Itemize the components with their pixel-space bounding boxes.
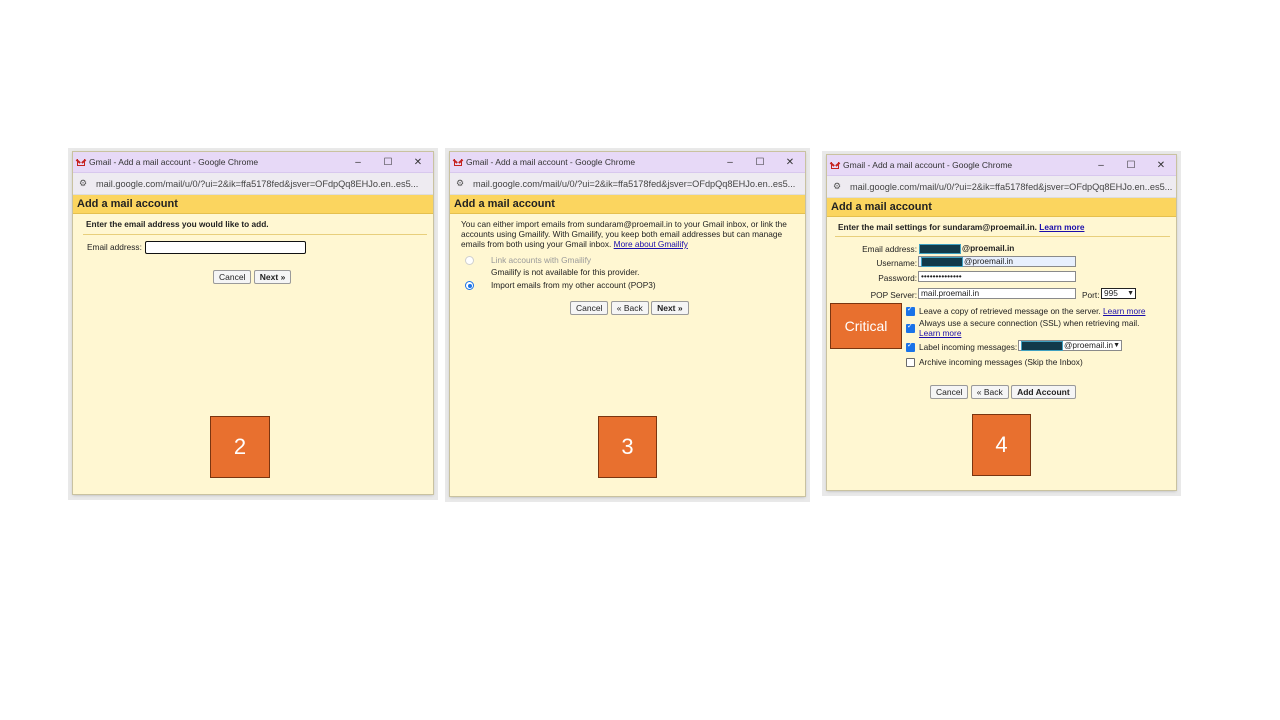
learn-more-link[interactable]: Learn more (1039, 222, 1084, 232)
screenshot-step-4: Gmail - Add a mail account - Google Chro… (822, 151, 1181, 496)
window-title: Gmail - Add a mail account - Google Chro… (466, 157, 636, 167)
next-button[interactable]: Next » (651, 301, 689, 315)
maximize-icon[interactable]: ☐ (1116, 160, 1146, 171)
ssl-option: Always use a secure connection (SSL) whe… (919, 318, 1140, 339)
instruction-divider (835, 236, 1170, 237)
ssl-checkbox[interactable] (906, 322, 915, 333)
dialog-content: You can either import emails from sundar… (450, 214, 805, 484)
chrome-window: Gmail - Add a mail account - Google Chro… (450, 152, 805, 496)
dialog-header: Add a mail account (827, 198, 1176, 217)
learn-more-link[interactable]: Learn more (919, 328, 1139, 339)
gmail-icon (77, 158, 85, 166)
dialog-header: Add a mail account (73, 195, 433, 214)
step-badge: 4 (972, 414, 1031, 476)
label-incoming-option: Label incoming messages: (919, 342, 1018, 352)
cancel-button[interactable]: Cancel (213, 270, 252, 284)
chevron-down-icon: ▼ (1127, 290, 1134, 297)
minimize-icon[interactable]: – (715, 157, 745, 168)
next-button[interactable]: Next » (253, 270, 292, 284)
add-account-button[interactable]: Add Account (1011, 385, 1076, 399)
more-about-gmailify-link[interactable]: More about Gmailify (614, 239, 688, 249)
redacted-block (921, 257, 963, 267)
redacted-block (1021, 341, 1063, 351)
url-text: mail.google.com/mail/u/0/?ui=2&ik=ffa517… (850, 181, 1173, 192)
window-title: Gmail - Add a mail account - Google Chro… (843, 160, 1013, 170)
site-settings-icon[interactable]: ⚙ (832, 181, 842, 192)
address-bar[interactable]: ⚙ mail.google.com/mail/u/0/?ui=2&ik=ffa5… (827, 176, 1176, 198)
critical-badge: Critical (830, 303, 902, 349)
archive-checkbox[interactable] (906, 358, 915, 367)
close-icon[interactable]: ✕ (403, 157, 433, 168)
url-text: mail.google.com/mail/u/0/?ui=2&ik=ffa517… (96, 178, 419, 189)
email-label: Email address: (862, 244, 917, 254)
window-title: Gmail - Add a mail account - Google Chro… (89, 157, 259, 167)
password-field[interactable]: •••••••••••••• (918, 271, 1076, 282)
email-label: Email address: (87, 242, 142, 252)
label-incoming-checkbox[interactable] (906, 341, 915, 352)
close-icon[interactable]: ✕ (775, 157, 805, 168)
email-value: @proemail.in (919, 243, 1014, 254)
back-button[interactable]: « Back (610, 301, 649, 315)
button-row: Cancel « Back Next » (570, 301, 689, 315)
instruction-line: Enter the mail settings for sundaram@pro… (838, 222, 1084, 232)
title-bar: Gmail - Add a mail account - Google Chro… (450, 152, 805, 173)
instruction-divider (83, 234, 427, 235)
instruction-text: Enter the mail settings for sundaram@pro… (838, 222, 1037, 232)
dialog-content: Enter the email address you would like t… (73, 214, 433, 484)
username-label: Username: (876, 258, 917, 268)
address-bar[interactable]: ⚙ mail.google.com/mail/u/0/?ui=2&ik=ffa5… (73, 173, 433, 195)
maximize-icon[interactable]: ☐ (373, 157, 403, 168)
close-icon[interactable]: ✕ (1146, 160, 1176, 171)
redacted-block (919, 243, 961, 254)
pop-server-field[interactable]: mail.proemail.in (918, 288, 1076, 299)
step-badge: 3 (598, 416, 657, 478)
email-field[interactable] (145, 241, 306, 254)
button-row: Cancel « Back Add Account (930, 385, 1076, 399)
leave-copy-option: Leave a copy of retrieved message on the… (919, 306, 1146, 316)
address-bar[interactable]: ⚙ mail.google.com/mail/u/0/?ui=2&ik=ffa5… (450, 173, 805, 195)
gmailify-unavailable-note: Gmailify is not available for this provi… (491, 267, 640, 277)
chrome-window: Gmail - Add a mail account - Google Chro… (827, 155, 1176, 490)
port-label: Port: (1082, 290, 1100, 300)
url-text: mail.google.com/mail/u/0/?ui=2&ik=ffa517… (473, 178, 796, 189)
learn-more-link[interactable]: Learn more (1103, 306, 1145, 316)
dialog-content: Enter the mail settings for sundaram@pro… (827, 217, 1176, 479)
chevron-down-icon: ▼ (1113, 342, 1120, 349)
minimize-icon[interactable]: – (343, 157, 373, 168)
site-settings-icon[interactable]: ⚙ (455, 178, 465, 189)
gmail-icon (454, 158, 462, 166)
pop3-radio[interactable] (465, 281, 474, 290)
label-select[interactable]: @proemail.in ▼ (1018, 340, 1122, 351)
username-field[interactable]: @proemail.in (918, 256, 1076, 267)
info-paragraph: You can either import emails from sundar… (461, 219, 794, 249)
archive-option: Archive incoming messages (Skip the Inbo… (919, 357, 1083, 367)
port-select[interactable]: 995 ▼ (1101, 288, 1136, 299)
screenshot-step-3: Gmail - Add a mail account - Google Chro… (445, 148, 810, 502)
cancel-button[interactable]: Cancel (570, 301, 609, 315)
chrome-window: Gmail - Add a mail account - Google Chro… (73, 152, 433, 494)
dialog-header: Add a mail account (450, 195, 805, 214)
site-settings-icon[interactable]: ⚙ (78, 178, 88, 189)
gmail-icon (831, 161, 839, 169)
button-row: Cancel Next » (213, 270, 292, 284)
screenshot-step-2: Gmail - Add a mail account - Google Chro… (68, 148, 438, 500)
back-button[interactable]: « Back (970, 385, 1009, 399)
step-badge: 2 (210, 416, 270, 478)
title-bar: Gmail - Add a mail account - Google Chro… (827, 155, 1176, 176)
maximize-icon[interactable]: ☐ (745, 157, 775, 168)
pop3-option-label[interactable]: Import emails from my other account (POP… (491, 280, 656, 290)
instruction-text: Enter the email address you would like t… (86, 219, 269, 229)
leave-copy-checkbox[interactable] (906, 305, 915, 316)
gmailify-radio (465, 256, 474, 265)
minimize-icon[interactable]: – (1086, 160, 1116, 171)
cancel-button[interactable]: Cancel (930, 385, 969, 399)
gmailify-option-label: Link accounts with Gmailify (491, 255, 592, 265)
password-label: Password: (878, 273, 917, 283)
title-bar: Gmail - Add a mail account - Google Chro… (73, 152, 433, 173)
pop-server-label: POP Server: (870, 290, 917, 300)
